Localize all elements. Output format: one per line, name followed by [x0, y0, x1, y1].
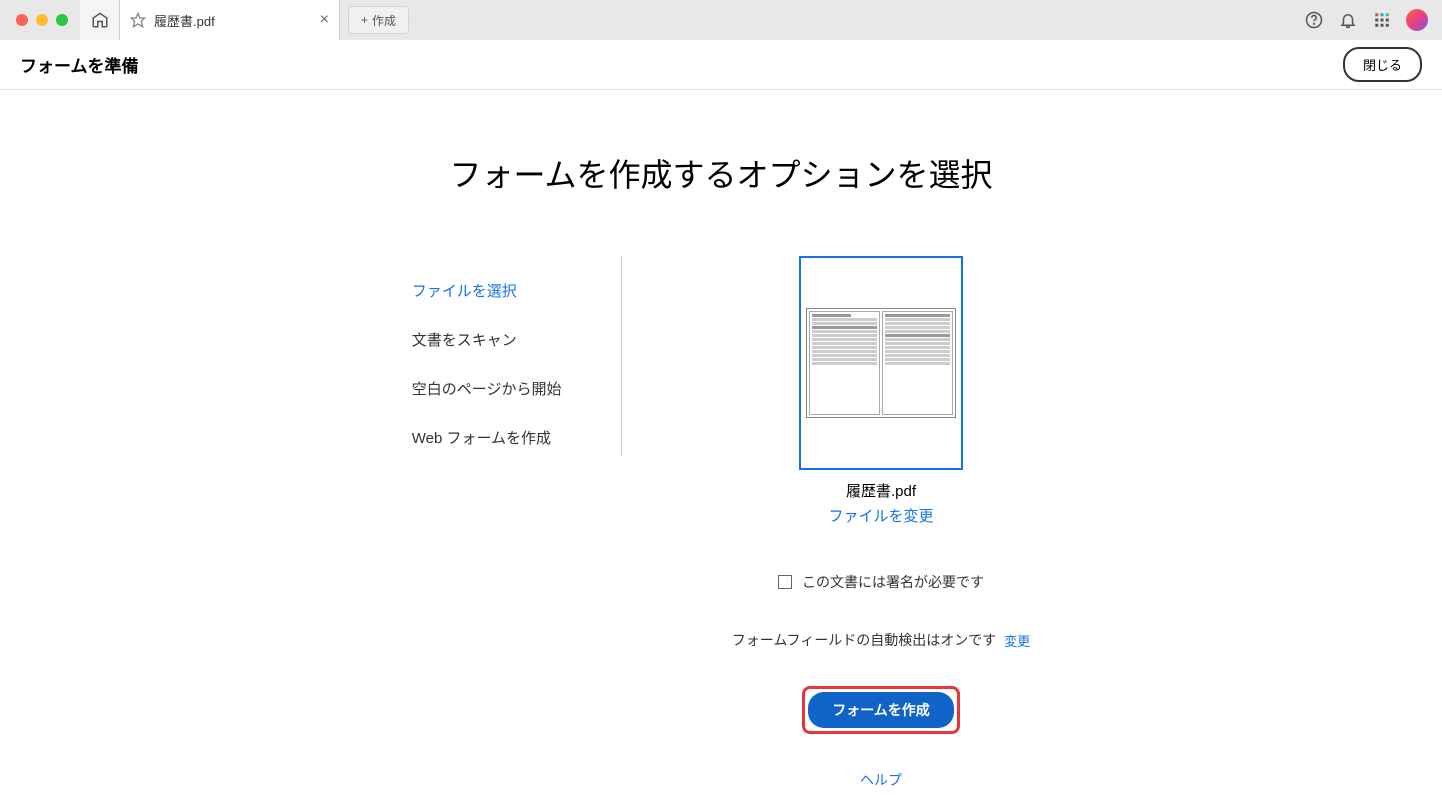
file-preview[interactable]: [799, 256, 963, 470]
home-tab[interactable]: [80, 0, 120, 40]
create-button-highlight: フォームを作成: [802, 686, 960, 734]
preview-thumbnail: [806, 308, 956, 418]
file-tab[interactable]: 履歴書.pdf ×: [120, 0, 340, 40]
maximize-window-button[interactable]: [56, 14, 68, 26]
help-link[interactable]: ヘルプ: [860, 770, 902, 790]
window-controls: [0, 14, 80, 26]
close-window-button[interactable]: [16, 14, 28, 26]
plus-icon: +: [361, 13, 368, 27]
titlebar-actions: [1304, 9, 1442, 31]
page-title: フォームを準備: [20, 52, 139, 77]
close-tab-icon[interactable]: ×: [320, 11, 329, 29]
option-scan-document[interactable]: 文書をスキャン: [412, 315, 621, 364]
autodetect-label: フォームフィールドの自動検出はオンです: [732, 630, 996, 650]
home-icon: [91, 11, 109, 29]
file-tab-label: 履歴書.pdf: [154, 11, 312, 30]
options-list: ファイルを選択 文書をスキャン 空白のページから開始 Web フォームを作成: [412, 256, 622, 456]
option-web-form[interactable]: Web フォームを作成: [412, 413, 621, 462]
preview-filename: 履歴書.pdf: [846, 480, 916, 501]
apps-icon[interactable]: [1372, 10, 1392, 30]
change-file-link[interactable]: ファイルを変更: [828, 505, 933, 526]
preview-area: 履歴書.pdf ファイルを変更 この文書には署名が必要です フォームフィールドの…: [732, 256, 1030, 790]
profile-icon[interactable]: [1406, 9, 1428, 31]
main-title: フォームを作成するオプションを選択: [449, 150, 992, 196]
option-select-file[interactable]: ファイルを選択: [412, 266, 621, 315]
close-button[interactable]: 閉じる: [1343, 47, 1422, 82]
autodetect-change-link[interactable]: 変更: [1004, 631, 1030, 650]
bell-icon[interactable]: [1338, 10, 1358, 30]
new-tab-button[interactable]: + 作成: [348, 6, 409, 34]
signature-label: この文書には署名が必要です: [802, 572, 984, 592]
autodetect-row: フォームフィールドの自動検出はオンです 変更: [732, 630, 1030, 650]
minimize-window-button[interactable]: [36, 14, 48, 26]
signature-checkbox[interactable]: [778, 575, 792, 589]
signature-row: この文書には署名が必要です: [778, 572, 984, 592]
help-icon[interactable]: [1304, 10, 1324, 30]
new-tab-label: 作成: [372, 12, 396, 29]
create-form-button[interactable]: フォームを作成: [808, 692, 954, 728]
star-icon: [130, 12, 146, 28]
option-start-blank[interactable]: 空白のページから開始: [412, 364, 621, 413]
main-content: フォームを作成するオプションを選択 ファイルを選択 文書をスキャン 空白のページ…: [0, 90, 1442, 790]
titlebar: 履歴書.pdf × + 作成: [0, 0, 1442, 40]
options-area: ファイルを選択 文書をスキャン 空白のページから開始 Web フォームを作成: [412, 256, 1030, 790]
header: フォームを準備 閉じる: [0, 40, 1442, 90]
